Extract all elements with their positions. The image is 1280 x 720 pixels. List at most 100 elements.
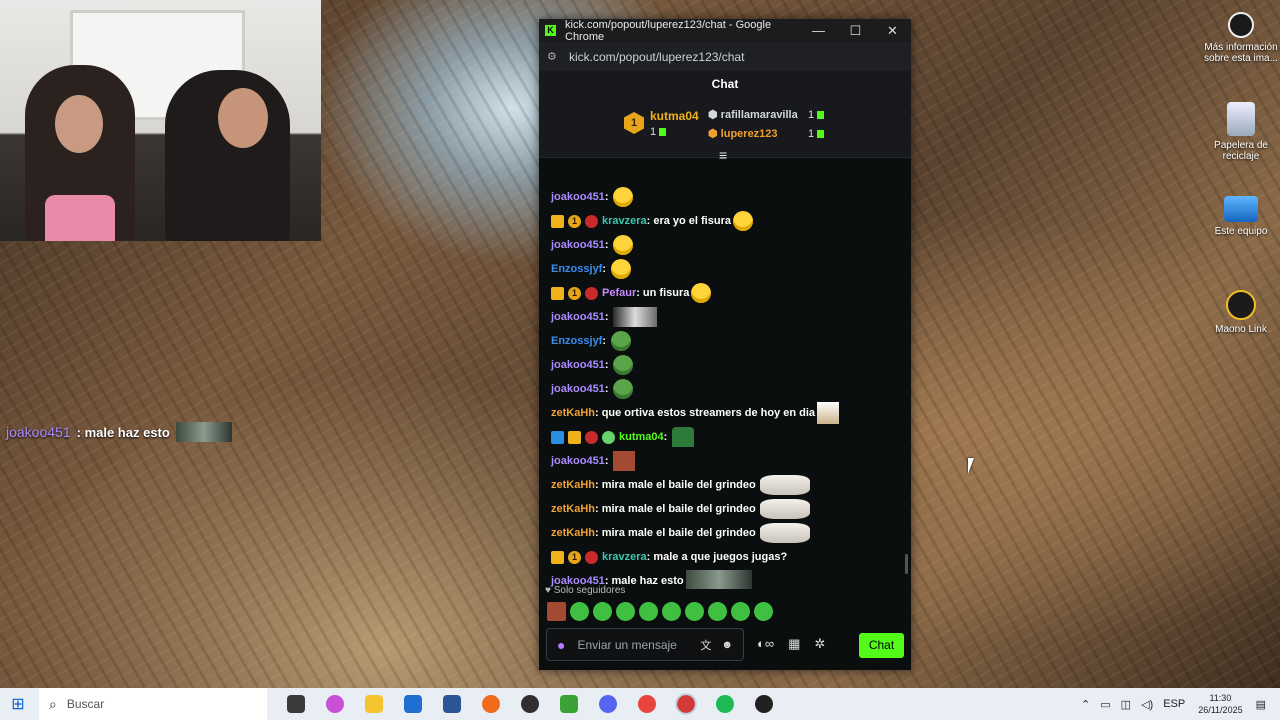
desktop-icon-info[interactable]: Más información sobre esta ima... [1201,12,1280,64]
desktop-icon-maono[interactable]: Maono Link [1201,290,1280,335]
taskbar-task-view-button[interactable] [276,688,315,720]
quick-emote[interactable] [708,602,727,621]
chat-username[interactable]: zetKaHh [551,527,595,539]
language-indicator[interactable]: ESP [1163,698,1185,710]
search-icon: ⌕ [49,695,57,712]
taskbar-chrome-button[interactable] [627,688,666,720]
leader-second-name[interactable]: ⬢ rafillamaravilla [708,108,798,121]
taskbar-spotify-button[interactable] [705,688,744,720]
chat-emote[interactable] [759,523,810,543]
chat-emote[interactable] [691,283,712,303]
chat-emote[interactable] [685,570,752,589]
leader-second-count: 1 [808,109,825,121]
store-icon[interactable]: ▦ [788,636,800,652]
chat-emote[interactable] [613,235,634,255]
chat-username[interactable]: zetKaHh [551,407,595,419]
display-icon[interactable]: ▭ [1100,698,1110,711]
chat-emote[interactable] [613,355,634,375]
quick-emote[interactable] [731,602,750,621]
chat-username[interactable]: kravzera [602,215,647,227]
chat-username[interactable]: kravzera [602,551,647,563]
chat-text: mira male el baile del grindeo [601,527,756,539]
quick-emote[interactable] [685,602,704,621]
quick-emote[interactable] [547,602,566,621]
taskbar-store-button[interactable] [393,688,432,720]
taskbar-app-dark-button[interactable] [744,688,783,720]
chat-emote[interactable] [613,187,634,207]
chat-emote[interactable] [672,427,695,447]
chat-emote[interactable] [613,451,636,471]
quick-emote[interactable] [570,602,589,621]
network-icon[interactable]: ◫ [1121,698,1131,711]
chat-emote[interactable] [611,331,632,351]
maximize-button[interactable]: ☐ [837,23,874,39]
chat-separator: : [604,311,609,323]
taskbar-apps [276,688,783,720]
copilot-icon [325,695,344,713]
chat-username[interactable]: joakoo451 [551,359,605,371]
window-title: kick.com/popout/luperez123/chat - Google… [565,18,772,43]
chat-username[interactable]: joakoo451 [551,239,605,251]
translate-icon[interactable]: 文 [700,637,711,653]
url-text[interactable]: kick.com/popout/luperez123/chat [569,50,744,64]
chat-username[interactable]: joakoo451 [551,311,605,323]
gear-icon[interactable]: ✲ [814,636,825,652]
chat-emote[interactable] [759,475,810,495]
first-place-medal-icon: 1 [624,112,644,134]
desktop-icon-recycle-bin[interactable]: Papelera de reciclaje [1201,102,1280,162]
chat-username[interactable]: joakoo451 [551,455,605,467]
chat-separator: : [604,359,609,371]
chat-emote[interactable] [613,307,658,327]
taskbar-file-explorer-button[interactable] [354,688,393,720]
chat-username[interactable]: kutma04 [619,431,664,443]
chat-separator: : [595,407,599,419]
desktop-icon-this-pc[interactable]: Este equipo [1201,196,1280,237]
quick-emote[interactable] [662,602,681,621]
chat-username[interactable]: joakoo451 [551,191,605,203]
quick-emote[interactable] [639,602,658,621]
taskbar-obs-button[interactable] [510,688,549,720]
chevron-up-icon[interactable]: ⌃ [1081,698,1090,711]
taskbar-chrome-profile-button[interactable] [666,688,705,720]
leader-third-name[interactable]: ⬢ luperez123 [708,127,778,140]
notification-icon[interactable]: ▤ [1256,698,1266,711]
chat-username[interactable]: joakoo451 [551,383,605,395]
desktop-icon-label: Maono Link [1215,324,1267,335]
volume-icon[interactable]: ◁) [1141,698,1153,711]
chat-username[interactable]: Pefaur [602,287,636,299]
taskbar-discord-button[interactable] [588,688,627,720]
address-bar[interactable]: ⚙ kick.com/popout/luperez123/chat [539,42,911,71]
send-chat-button[interactable]: Chat [859,633,904,658]
clock[interactable]: 11:30 26/11/2025 [1198,692,1242,716]
chat-emote[interactable] [611,259,632,279]
minimize-button[interactable]: — [800,23,837,38]
taskbar-word-button[interactable] [432,688,471,720]
collapse-icon[interactable]: ≡ [719,147,727,163]
chat-username[interactable]: zetKaHh [551,479,595,491]
chat-username[interactable]: Enzossjyf [551,263,602,275]
chat-input-placeholder[interactable]: Enviar un mensaje [577,638,700,652]
chat-scrollbar[interactable] [905,554,908,574]
chat-emote[interactable] [732,211,753,231]
quick-emote[interactable] [593,602,612,621]
chat-emote[interactable] [817,402,840,424]
quick-emote[interactable] [754,602,773,621]
taskbar-search[interactable]: ⌕ Buscar [39,688,267,720]
chat-username[interactable]: Enzossjyf [551,335,602,347]
chat-input[interactable]: ● Enviar un mensaje 文 ☻ [546,628,744,661]
chat-username[interactable]: zetKaHh [551,503,595,515]
taskbar-minecraft-button[interactable] [549,688,588,720]
site-settings-icon[interactable]: ⚙ [547,50,561,63]
close-button[interactable]: ✕ [874,23,911,39]
taskbar-app-orange-button[interactable] [471,688,510,720]
quick-emote-row [547,602,773,621]
kicks-icon[interactable]: ◐∞ [757,636,774,652]
chat-emote[interactable] [613,379,634,399]
windows-start-icon[interactable]: ⊞ [0,694,36,714]
leader-first-name[interactable]: kutma04 [650,109,699,123]
microphone-icon[interactable]: ● [557,637,565,653]
chat-emote[interactable] [759,499,810,519]
quick-emote[interactable] [616,602,635,621]
emoji-icon[interactable]: ☻ [721,639,733,651]
taskbar-copilot-button[interactable] [315,688,354,720]
